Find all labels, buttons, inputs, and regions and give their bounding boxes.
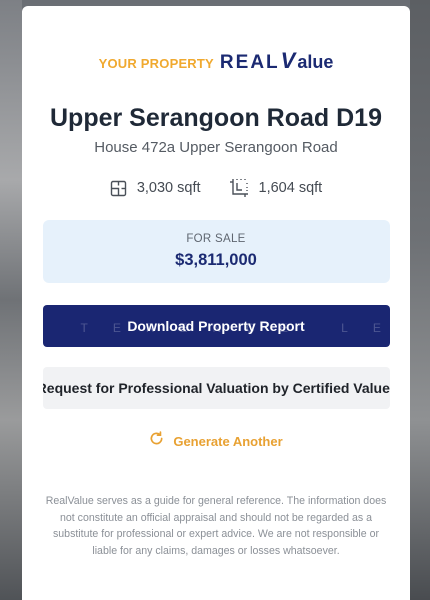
download-report-label: Download Property Report — [127, 318, 305, 334]
generate-another-label: Generate Another — [173, 433, 283, 449]
brand-name-real: REAL — [219, 52, 280, 73]
brand-prefix: YOUR PROPERTY — [98, 56, 214, 71]
floor-area-value: 3,030 sqft — [136, 180, 201, 196]
property-title: Upper Serangoon Road D19 — [50, 104, 382, 132]
brand-name: REAL Value — [220, 48, 333, 74]
sale-price: $3,811,000 — [175, 251, 257, 269]
floor-area-icon — [110, 180, 127, 197]
land-area-spec: 1,604 sqft — [229, 178, 323, 198]
sale-status-label: FOR SALE — [186, 233, 246, 245]
property-address: House 472a Upper Serangoon Road — [94, 139, 338, 156]
request-valuation-button[interactable]: Request for Professional Valuation by Ce… — [42, 367, 390, 409]
background-photo-left — [0, 0, 22, 600]
land-area-value: 1,604 sqft — [258, 180, 323, 196]
request-valuation-label: Request for Professional Valuation by Ce… — [42, 380, 390, 396]
price-box: FOR SALE $3,811,000 — [42, 220, 390, 283]
brand-name-alue: alue — [297, 52, 334, 72]
valuation-card: YOUR PROPERTY REAL Value Upper Serangoon … — [22, 6, 410, 600]
generate-another-button[interactable]: Generate Another — [149, 431, 283, 451]
download-report-button[interactable]: TERENCE LEY Download Property Report — [42, 305, 390, 347]
floor-area-spec: 3,030 sqft — [110, 180, 201, 197]
property-specs: 3,030 sqft 1,604 sqft — [110, 178, 322, 198]
disclaimer-text: RealValue serves as a guide for general … — [45, 495, 387, 557]
brand-logo: YOUR PROPERTY REAL Value — [99, 48, 334, 74]
land-area-icon — [229, 178, 249, 198]
refresh-icon — [149, 431, 164, 451]
background-photo-right — [410, 0, 430, 600]
brand-name-v: V — [280, 48, 298, 73]
